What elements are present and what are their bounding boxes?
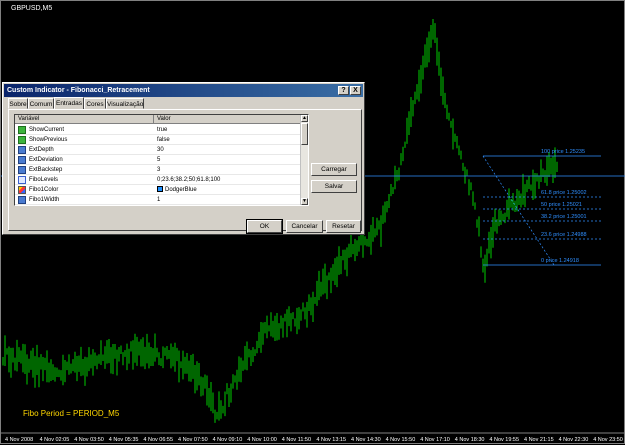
time-axis-label: 4 Nov 14:30 [351,437,381,443]
time-axis-label: 4 Nov 21:15 [524,437,554,443]
param-value[interactable]: 1 [157,195,160,205]
time-axis-label: 4 Nov 18:30 [454,437,485,443]
input-row-showcurrent[interactable]: ShowCurrent true [15,125,302,135]
input-row-fibolevels[interactable]: FiboLevels 0;23.6;38.2;50;61.8;100 [15,175,302,185]
cancel-button[interactable]: Cancelar [286,220,323,233]
param-name: Fibo1Width [29,197,60,203]
tab-visualizacao[interactable]: Visualização [106,98,144,109]
column-header-value[interactable]: Valor [154,115,302,124]
time-axis-label: 4 Nov 06:55 [143,437,174,443]
time-axis-label: 4 Nov 03:50 [74,437,104,443]
time-axis-label: 4 Nov 2008 [5,437,34,443]
ok-button[interactable]: OK [246,219,283,234]
param-name: ExtBackstep [29,167,63,173]
scroll-down-icon[interactable]: ▼ [301,198,308,205]
param-name: ShowPrevious [29,137,68,143]
grid-vertical-scrollbar[interactable]: ▲ ▼ [300,115,308,205]
tab-comum[interactable]: Comum [28,98,54,109]
close-button[interactable]: X [350,86,361,95]
time-axis-label: 4 Nov 22:30 [558,437,589,443]
param-value[interactable]: 0;23.6;38.2;50;61.8;100 [157,175,220,185]
param-name: Fibo1Style [29,205,57,206]
chart-symbol-label: GBPUSD,M5 [11,5,53,12]
text-param-icon [18,176,26,184]
param-name: FiboLevels [29,177,59,183]
integer-param-icon [18,196,26,204]
reset-button[interactable]: Resetar [326,220,361,233]
param-value[interactable]: true [157,125,167,135]
color-name: DodgerBlue [165,187,197,193]
input-row-fibo1color[interactable]: Fibo1Color DodgerBlue [15,185,302,195]
integer-param-icon [18,146,26,154]
custom-indicator-dialog[interactable]: Custom Indicator - Fibonacci_Retracement… [2,82,365,235]
help-button[interactable]: ? [338,86,349,95]
tab-cores[interactable]: Cores [84,98,106,109]
inputs-grid[interactable]: Variável Valor ShowCurrent true ShowPrevio… [14,114,309,206]
input-row-extdepth[interactable]: ExtDepth 30 [15,145,302,155]
boolean-param-icon [18,136,26,144]
fibo-period-label: Fibo Period = PERIOD_M5 [23,409,120,418]
inputs-panel: Variável Valor ShowCurrent true ShowPrevio… [8,109,362,234]
input-row-showprevious[interactable]: ShowPrevious false [15,135,302,145]
color-param-icon [18,186,26,194]
time-axis-label: 4 Nov 05:35 [108,437,139,443]
integer-param-icon [18,156,26,164]
color-swatch [157,186,163,193]
input-row-fibo1width[interactable]: Fibo1Width 1 [15,195,302,205]
input-row-extbackstep[interactable]: ExtBackstep 3 [15,165,302,175]
param-name: ExtDeviation [29,157,63,163]
param-name: Fibo1Color [29,187,59,193]
fibo-level-label: 38.2 price 1.25001 [541,214,587,220]
fibo-level-label: 100 price 1.25235 [541,149,586,155]
save-button[interactable]: Salvar [311,180,357,193]
time-axis-label: 4 Nov 19:55 [489,437,520,443]
time-axis-label: 4 Nov 11:50 [281,437,312,443]
load-button[interactable]: Carregar [311,163,357,176]
fibo-level-label: 61.8 price 1.25002 [541,190,587,196]
fibo-level-label: 50 price 1.25021 [541,202,582,208]
dialog-title: Custom Indicator - Fibonacci_Retracement [7,87,150,94]
time-axis-label: 4 Nov 13:15 [316,437,347,443]
scroll-thumb[interactable] [301,123,308,145]
dialog-titlebar[interactable]: Custom Indicator - Fibonacci_Retracement… [4,84,363,97]
param-name: ShowCurrent [29,127,65,133]
time-axis-label: 4 Nov 17:10 [420,437,450,443]
input-row-fibo1style[interactable]: Fibo1Style 2 [15,205,302,206]
integer-param-icon [18,166,26,174]
boolean-param-icon [18,126,26,134]
time-axis-label: 4 Nov 09:10 [212,437,243,443]
time-axis-label: 4 Nov 10:00 [247,437,277,443]
time-axis-label: 4 Nov 02:05 [39,437,70,443]
param-value[interactable]: DodgerBlue [157,185,197,195]
time-axis-label: 4 Nov 07:50 [178,437,208,443]
time-axis-label: 4 Nov 23:50 [593,437,623,443]
input-row-extdeviation[interactable]: ExtDeviation 5 [15,155,302,165]
param-value[interactable]: 5 [157,155,160,165]
param-value[interactable]: 2 [157,205,160,206]
param-name: ExtDepth [29,147,54,153]
param-value[interactable]: false [157,135,170,145]
param-value[interactable]: 3 [157,165,160,175]
fibo-level-label: 0 price 1.24918 [541,258,579,264]
column-header-variable[interactable]: Variável [15,115,154,124]
param-value[interactable]: 30 [157,145,164,155]
time-axis-label: 4 Nov 15:50 [385,437,416,443]
grid-header: Variável Valor [15,115,302,124]
scroll-up-icon[interactable]: ▲ [301,115,308,122]
tab-sobre[interactable]: Sobre [8,98,28,109]
fibo-level-label: 23.6 price 1.24988 [541,232,587,238]
